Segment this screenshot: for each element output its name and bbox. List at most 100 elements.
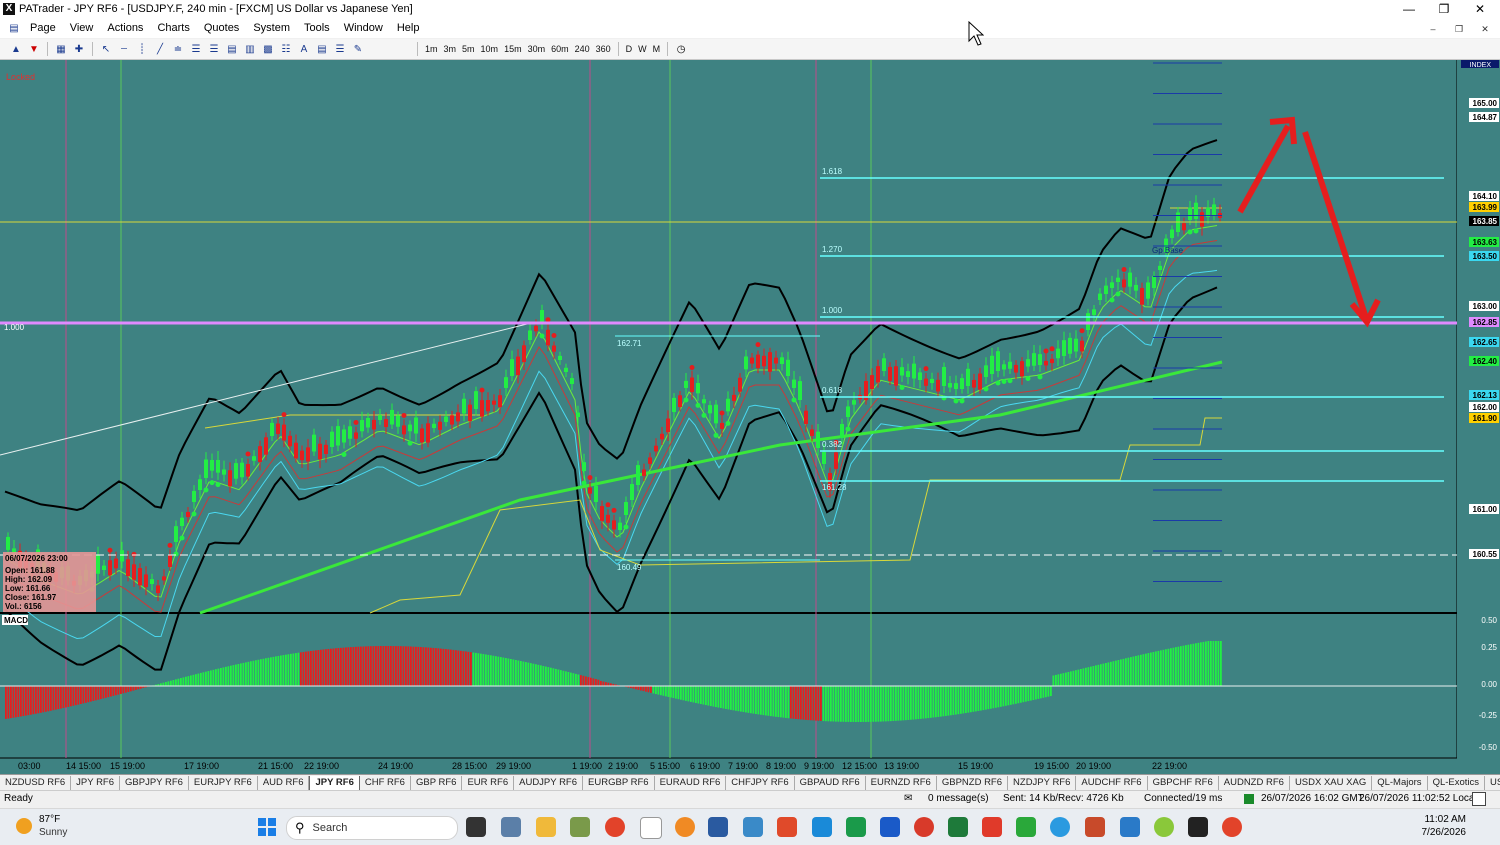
menu-tools[interactable]: Tools [297,22,337,34]
menu-quotes[interactable]: Quotes [197,22,246,34]
hline-icon[interactable]: ┄ [116,42,132,56]
symbol-tab[interactable]: AUDNZD RF6 [1219,776,1290,790]
cycle-icon[interactable]: ▩ [260,42,276,56]
cursor-icon[interactable]: ↖ [98,42,114,56]
menu-help[interactable]: Help [390,22,427,34]
minimize-icon[interactable]: — [1392,0,1426,18]
pencil-icon[interactable]: ✎ [350,42,366,56]
symbol-tab[interactable]: EUR RF6 [462,776,514,790]
grid-icon[interactable]: ☷ [278,42,294,56]
symbol-tab[interactable]: EURNZD RF6 [866,776,937,790]
symbol-tab[interactable]: EURJPY RF6 [189,776,258,790]
fibonacci-icon[interactable]: ☰ [188,42,204,56]
app-icon-1[interactable] [570,817,590,837]
tf-3m[interactable]: 3m [441,44,460,54]
levels-icon[interactable]: ☰ [332,42,348,56]
symbol-tab[interactable]: AUDJPY RF6 [514,776,583,790]
chart-canvas[interactable]: 1.6181.2701.0000.6180.3821.000162.71161.… [0,60,1500,774]
tf-5m[interactable]: 5m [459,44,478,54]
app-icon-3[interactable] [708,817,728,837]
restore-icon[interactable]: ❐ [1427,0,1461,18]
app-icon-10[interactable] [1016,817,1036,837]
app-icon-4[interactable] [743,817,763,837]
file-explorer-icon[interactable] [536,817,556,837]
patrader-icon[interactable] [640,817,662,839]
app-icon-12[interactable] [1120,817,1140,837]
taskbar-search[interactable]: ⚲ Search [286,816,458,840]
ruler-icon[interactable]: ▤ [314,42,330,56]
app-icon-14[interactable] [1188,817,1208,837]
symbol-tab[interactable]: QL-Majors [1372,776,1427,790]
symbol-tab[interactable]: EURGBP RF6 [583,776,655,790]
excel-icon[interactable] [948,817,968,837]
symbol-tab[interactable]: GBP RF6 [411,776,462,790]
vline-icon[interactable]: ┊ [134,42,150,56]
child-minimize-icon[interactable]: – [1422,22,1444,36]
child-restore-icon[interactable]: ❐ [1448,22,1470,36]
menu-system[interactable]: System [246,22,297,34]
menu-view[interactable]: View [63,22,101,34]
sell-icon[interactable]: ▼ [26,42,42,56]
tf-30m[interactable]: 30m [525,44,549,54]
outlook-icon[interactable] [880,817,900,837]
symbol-tab[interactable]: NZDJPY RF6 [1008,776,1076,790]
symbol-tab[interactable]: CHFJPY RF6 [726,776,794,790]
symbol-tab[interactable]: JPY RF6 [309,776,359,791]
text-icon[interactable]: A [296,42,312,56]
fib-extension-icon[interactable]: ▤ [224,42,240,56]
menu-window[interactable]: Window [337,22,390,34]
tf-360[interactable]: 360 [593,44,614,54]
gann-icon[interactable]: ▥ [242,42,258,56]
chrome-icon-2[interactable] [1222,817,1242,837]
macd-bar [1195,643,1197,686]
symbol-tab[interactable]: GBPAUD RF6 [795,776,866,790]
child-close-icon[interactable]: ✕ [1474,22,1496,36]
calculator-icon[interactable] [501,817,521,837]
symbol-tab[interactable]: AUDCHF RF6 [1076,776,1147,790]
symbol-tab[interactable]: CHF RF6 [360,776,411,790]
new-chart-icon[interactable]: ▦ [53,42,69,56]
app-icon-9[interactable] [982,817,1002,837]
macd-bar [870,686,872,722]
close-icon[interactable]: ✕ [1463,0,1497,18]
fib-fan-icon[interactable]: ☰ [206,42,222,56]
app-icon-6[interactable] [812,817,832,837]
tf-240[interactable]: 240 [572,44,593,54]
app-icon-8[interactable] [914,817,934,837]
tf-1m[interactable]: 1m [422,44,441,54]
menu-page[interactable]: Page [23,22,63,34]
symbol-tab[interactable]: USDX RF [1485,776,1500,790]
task-view-icon[interactable] [466,817,486,837]
app-icon-5[interactable] [777,817,797,837]
chrome-icon[interactable] [605,817,625,837]
app-icon-7[interactable] [846,817,866,837]
symbol-tab[interactable]: AUD RF6 [258,776,310,790]
app-icon-11[interactable] [1085,817,1105,837]
symbol-tab[interactable]: NZDUSD RF6 [0,776,71,790]
windows-start-icon[interactable] [258,818,276,836]
menu-charts[interactable]: Charts [150,22,196,34]
crosshair-icon[interactable]: ✚ [71,42,87,56]
tf-60m[interactable]: 60m [548,44,572,54]
tf-15m[interactable]: 15m [501,44,525,54]
symbol-tab[interactable]: QL-Exotics [1428,776,1485,790]
tf-w[interactable]: W [635,44,650,54]
clock-icon[interactable]: ◷ [673,42,689,56]
price-chart[interactable]: 1.6181.2701.0000.6180.3821.000162.71161.… [0,60,1500,774]
tf-10m[interactable]: 10m [478,44,502,54]
tf-m[interactable]: M [650,44,664,54]
symbol-tab[interactable]: GBPJPY RF6 [120,776,189,790]
app-icon-13[interactable] [1154,817,1174,837]
telegram-icon[interactable] [1050,817,1070,837]
symbol-tab[interactable]: JPY RF6 [71,776,120,790]
trendline-icon[interactable]: ╱ [152,42,168,56]
symbol-tab[interactable]: GBPCHF RF6 [1148,776,1219,790]
symbol-tab[interactable]: EURAUD RF6 [655,776,727,790]
buy-icon[interactable]: ▲ [8,42,24,56]
menu-actions[interactable]: Actions [100,22,150,34]
tf-d[interactable]: D [623,44,636,54]
app-icon-2[interactable] [675,817,695,837]
symbol-tab[interactable]: GBPNZD RF6 [937,776,1008,790]
symbol-tab[interactable]: USDX XAU XAG [1290,776,1372,790]
channel-icon[interactable]: ≐ [170,42,186,56]
